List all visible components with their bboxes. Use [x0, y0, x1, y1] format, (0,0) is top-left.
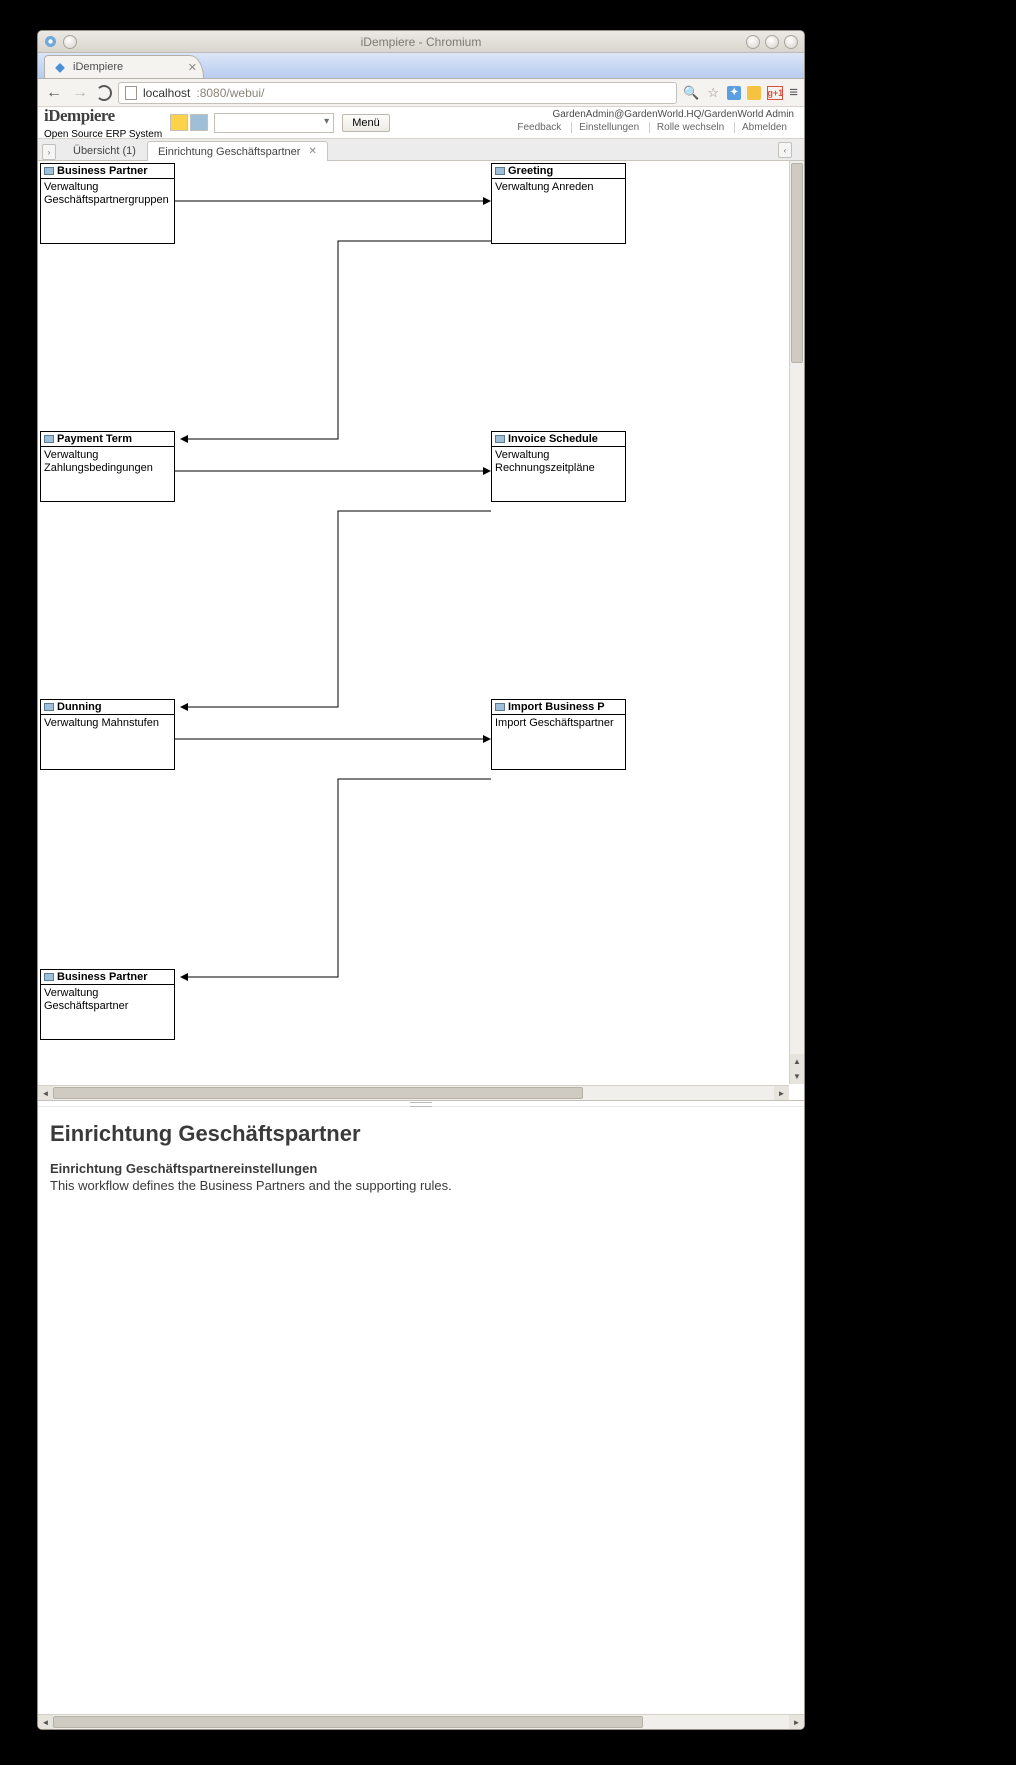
node-desc: Verwaltung Zahlungsbedingungen [41, 447, 174, 501]
node-title: Greeting [508, 165, 553, 177]
page-icon [125, 86, 137, 100]
favicon-icon: ◆ [53, 60, 67, 74]
tab-overview[interactable]: Übersicht (1) [62, 140, 147, 160]
node-title: Business Partner [57, 165, 147, 177]
browser-tabstrip: ◆ iDempiere ✕ [38, 53, 804, 79]
scroll-up-icon[interactable]: ▲ [790, 1054, 804, 1069]
scroll-left-icon[interactable]: ◄ [38, 1715, 53, 1729]
expand-right-icon[interactable]: ‹ [778, 142, 792, 158]
scroll-left-icon[interactable]: ◄ [38, 1086, 53, 1100]
node-desc: Verwaltung Mahnstufen [41, 715, 174, 769]
node-payment-term[interactable]: Payment Term Verwaltung Zahlungsbedingun… [40, 431, 175, 502]
forward-button[interactable]: → [70, 84, 90, 102]
url-path: :8080/webui/ [196, 86, 264, 100]
window-titlebar: iDempiere - Chromium [38, 31, 804, 53]
gplus-extension-icon[interactable]: g+1 [767, 86, 783, 100]
window-icon [495, 703, 505, 711]
window-title: iDempiere - Chromium [38, 35, 804, 49]
window-icon [44, 435, 54, 443]
tab-current[interactable]: Einrichtung Geschäftspartner ✕ [147, 141, 328, 161]
detail-description: This workflow defines the Business Partn… [50, 1178, 792, 1193]
scroll-right-icon[interactable]: ► [774, 1086, 789, 1100]
url-host: localhost [143, 86, 190, 100]
node-desc: Verwaltung Geschäftspartner [41, 985, 174, 1039]
window-icon [495, 435, 505, 443]
address-bar[interactable]: localhost :8080/webui/ [118, 82, 677, 104]
chromium-window: iDempiere - Chromium ◆ iDempiere ✕ ← → l… [37, 30, 805, 1730]
reload-button[interactable] [96, 85, 112, 101]
node-import-business-partner[interactable]: Import Business P Import Geschäftspartne… [491, 699, 626, 770]
node-invoice-schedule[interactable]: Invoice Schedule Verwaltung Rechnungszei… [491, 431, 626, 502]
detail-pane: Einrichtung Geschäftspartner Einrichtung… [38, 1107, 804, 1729]
window-icon [44, 973, 54, 981]
global-search-combo[interactable] [214, 113, 334, 133]
diagram-connectors [38, 161, 768, 1081]
scroll-down-icon[interactable]: ▼ [790, 1069, 804, 1084]
user-context: GardenAdmin@GardenWorld.HQ/GardenWorld A… [510, 109, 794, 120]
node-greeting[interactable]: Greeting Verwaltung Anreden [491, 163, 626, 244]
scrollbar-thumb[interactable] [791, 163, 803, 363]
app-tabs: › Übersicht (1) Einrichtung Geschäftspar… [38, 139, 804, 161]
expand-left-icon[interactable]: › [42, 144, 56, 160]
back-button[interactable]: ← [44, 84, 64, 102]
window-icon [44, 703, 54, 711]
zoom-icon[interactable]: 🔍 [683, 85, 699, 101]
diagram-vertical-scrollbar[interactable]: ▲ ▼ [789, 161, 804, 1084]
node-title: Payment Term [57, 433, 132, 445]
node-desc: Import Geschäftspartner [492, 715, 625, 769]
user-info: GardenAdmin@GardenWorld.HQ/GardenWorld A… [510, 109, 794, 133]
scroll-right-icon[interactable]: ► [789, 1715, 804, 1729]
tab-close-icon[interactable]: ✕ [188, 61, 197, 74]
tab-overview-label: Übersicht (1) [73, 145, 136, 157]
node-title: Invoice Schedule [508, 433, 598, 445]
window-icon [44, 167, 54, 175]
toolbar-new-icon[interactable] [170, 114, 188, 131]
node-title: Business Partner [57, 971, 147, 983]
extension2-icon[interactable] [747, 86, 761, 100]
diagram-horizontal-scrollbar[interactable]: ◄ ► [38, 1085, 789, 1100]
browser-tab-label: iDempiere [73, 61, 123, 73]
workflow-diagram: Business Partner Verwaltung Geschäftspar… [38, 161, 804, 1101]
app-logo: iDempiere Open Source ERP System [44, 106, 162, 140]
node-desc: Verwaltung Anreden [492, 179, 625, 243]
toolbar-open-icon[interactable] [190, 114, 208, 131]
node-dunning[interactable]: Dunning Verwaltung Mahnstufen [40, 699, 175, 770]
node-business-partner[interactable]: Business Partner Verwaltung Geschäftspar… [40, 969, 175, 1040]
toolbar-icons [170, 114, 208, 131]
scrollbar-thumb[interactable] [53, 1087, 583, 1099]
window-icon [495, 167, 505, 175]
detail-horizontal-scrollbar[interactable]: ◄ ► [38, 1714, 804, 1729]
diagram-canvas[interactable]: Business Partner Verwaltung Geschäftspar… [38, 161, 768, 1081]
feedback-link[interactable]: Feedback [510, 122, 568, 133]
app-logo-sub: Open Source ERP System [44, 129, 162, 140]
node-desc: Verwaltung Geschäftspartnergruppen [41, 179, 174, 243]
node-title: Import Business P [508, 701, 605, 713]
scrollbar-thumb[interactable] [53, 1716, 643, 1728]
app-header: iDempiere Open Source ERP System Menü Ga… [38, 107, 804, 139]
browser-tab[interactable]: ◆ iDempiere ✕ [44, 55, 204, 78]
header-links: Feedback Einstellungen Rolle wechseln Ab… [510, 122, 794, 133]
tab-close-icon[interactable]: ✕ [308, 146, 316, 157]
menu-button[interactable]: Menü [342, 114, 390, 132]
settings-link[interactable]: Einstellungen [571, 122, 646, 133]
switch-role-link[interactable]: Rolle wechseln [649, 122, 731, 133]
app-body: › Übersicht (1) Einrichtung Geschäftspar… [38, 139, 804, 1729]
browser-menu-icon[interactable]: ≡ [789, 84, 798, 101]
logout-link[interactable]: Abmelden [734, 122, 794, 133]
node-desc: Verwaltung Rechnungszeitpläne [492, 447, 625, 501]
detail-subtitle: Einrichtung Geschäftspartnereinstellunge… [50, 1161, 792, 1176]
node-business-partner-group[interactable]: Business Partner Verwaltung Geschäftspar… [40, 163, 175, 244]
detail-heading: Einrichtung Geschäftspartner [50, 1121, 792, 1147]
extension-icon[interactable]: ✦ [727, 86, 741, 100]
tab-current-label: Einrichtung Geschäftspartner [158, 146, 300, 158]
node-title: Dunning [57, 701, 102, 713]
browser-toolbar: ← → localhost :8080/webui/ 🔍 ☆ ✦ g+1 ≡ [38, 79, 804, 107]
bookmark-star-icon[interactable]: ☆ [705, 85, 721, 101]
